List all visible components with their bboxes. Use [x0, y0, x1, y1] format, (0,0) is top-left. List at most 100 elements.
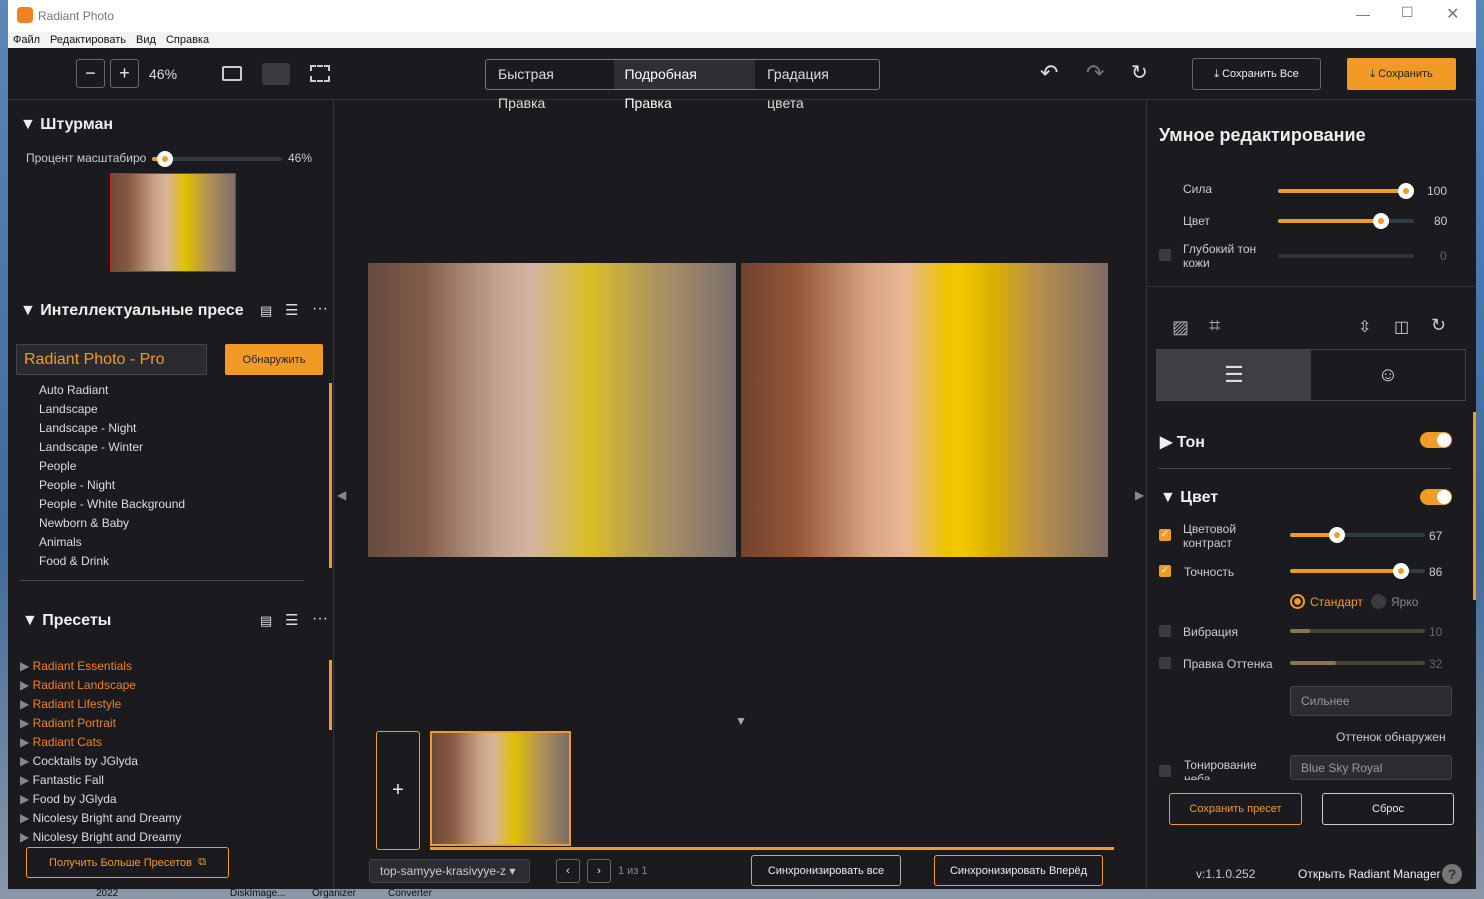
smart-preset-item[interactable]: People — [39, 457, 185, 476]
portrait-icon[interactable]: ☺ — [1311, 350, 1465, 400]
next-image-button[interactable]: › — [587, 859, 611, 883]
menu-help[interactable]: Справка — [166, 34, 209, 46]
expand-icon[interactable]: ▶ — [20, 716, 33, 730]
prev-image-button[interactable]: ‹ — [556, 859, 580, 883]
vibrance-slider[interactable] — [1290, 629, 1425, 633]
more-icon[interactable]: ··· — [312, 610, 328, 628]
flip-vertical-icon[interactable]: ⇳ — [1358, 317, 1371, 337]
compare-view-icon[interactable] — [310, 65, 330, 82]
smart-preset-item[interactable]: People - White Background — [39, 495, 185, 514]
open-manager-link[interactable]: Открыть Radiant Manager — [1298, 867, 1441, 881]
preset-group[interactable]: ▶ Radiant Cats — [20, 733, 181, 752]
smart-preset-item[interactable]: Landscape - Winter — [39, 438, 185, 457]
smart-preset-item[interactable]: People - Night — [39, 476, 185, 495]
menu-edit[interactable]: Редактировать — [50, 34, 126, 46]
taskbar-item[interactable]: Organizer — [312, 889, 356, 899]
expand-icon[interactable]: ▶ — [20, 735, 33, 749]
smart-preset-item[interactable]: Landscape - Night — [39, 419, 185, 438]
save-all-button[interactable]: ⤓ Сохранить Все — [1192, 58, 1321, 90]
sync-forward-button[interactable]: Синхронизировать Вперёд — [934, 855, 1103, 886]
sky-select[interactable]: Blue Sky Royal — [1290, 755, 1452, 780]
list-view-icon[interactable]: ☰ — [285, 301, 298, 319]
vibrance-checkbox[interactable] — [1159, 625, 1171, 637]
scrollbar[interactable] — [1473, 412, 1476, 600]
color-toggle[interactable] — [1420, 489, 1452, 505]
color-slider[interactable] — [1278, 213, 1414, 229]
collapse-left-icon[interactable]: ◀ — [337, 488, 346, 502]
precision-checkbox[interactable]: ✓ — [1159, 565, 1171, 577]
tab-detailed-edit[interactable]: Подробная Правка — [614, 60, 756, 111]
expand-icon[interactable]: ▶ — [20, 754, 33, 768]
flip-horizontal-icon[interactable]: ◫ — [1394, 317, 1409, 337]
radio-standard[interactable] — [1290, 594, 1305, 609]
zoom-in-button[interactable]: + — [110, 59, 139, 88]
detect-button[interactable]: Обнаружить — [225, 344, 323, 375]
expand-icon[interactable]: ▶ — [20, 830, 33, 844]
preset-group[interactable]: ▶ Radiant Lifestyle — [20, 695, 181, 714]
rotate-icon[interactable]: ↻ — [1431, 315, 1446, 336]
file-select[interactable]: top-samyye-krasivyye-z ▾ — [369, 859, 530, 883]
expand-filmstrip-icon[interactable]: ▼ — [735, 714, 747, 728]
minimize-button[interactable]: — — [1356, 6, 1370, 22]
save-preset-button[interactable]: Сохранить пресет — [1169, 793, 1302, 825]
smart-preset-item[interactable]: Newborn & Baby — [39, 514, 185, 533]
smart-preset-item[interactable]: Animals — [39, 533, 185, 552]
split-view-icon[interactable] — [262, 63, 290, 85]
filmstrip-thumbnail[interactable] — [430, 731, 571, 846]
menu-view[interactable]: Вид — [136, 34, 156, 46]
color-contrast-slider[interactable] — [1290, 527, 1425, 543]
undo-icon[interactable]: ↶ — [1040, 60, 1058, 86]
filmstrip-scrollbar[interactable] — [430, 847, 1114, 850]
smart-preset-item[interactable]: Landscape — [39, 400, 185, 419]
skin-tone-checkbox[interactable] — [1159, 249, 1171, 261]
preset-group[interactable]: ▶ Radiant Landscape — [20, 676, 181, 695]
expand-icon[interactable]: ▶ — [20, 697, 33, 711]
hue-slider[interactable] — [1290, 661, 1425, 665]
color-section[interactable]: ▼ Цвет — [1160, 489, 1218, 507]
smart-preset-item[interactable]: Auto Radiant — [39, 381, 185, 400]
expand-icon[interactable]: ▶ — [20, 811, 33, 825]
crop-icon[interactable]: ⌗ — [1209, 315, 1220, 338]
tone-toggle[interactable] — [1420, 432, 1452, 448]
close-button[interactable]: ✕ — [1446, 4, 1459, 24]
skin-tone-slider[interactable] — [1278, 254, 1414, 258]
tab-color-grading[interactable]: Градация цвета — [755, 60, 879, 111]
tab-quick-edit[interactable]: Быстрая Правка — [486, 60, 614, 111]
help-icon[interactable]: ? — [1442, 864, 1462, 884]
get-more-presets-button[interactable]: Получить Больше Пресетов ⧉ — [26, 847, 229, 878]
zoom-out-button[interactable]: − — [76, 59, 105, 88]
expand-icon[interactable]: ▶ — [20, 773, 33, 787]
preset-group[interactable]: ▶ Radiant Essentials — [20, 657, 181, 676]
image-icon[interactable]: ▨ — [1172, 317, 1189, 338]
scrollbar[interactable] — [329, 660, 332, 730]
grid-view-icon[interactable]: ▤ — [260, 613, 272, 629]
tone-section[interactable]: ▶ Тон — [1160, 432, 1205, 452]
collapse-right-icon[interactable]: ▶ — [1135, 488, 1144, 502]
taskbar-item[interactable]: Converter — [388, 889, 432, 899]
list-view-icon[interactable]: ☰ — [285, 611, 298, 629]
hue-checkbox[interactable] — [1159, 657, 1171, 669]
navigator-thumbnail[interactable] — [110, 173, 236, 272]
sliders-icon[interactable]: ☰ — [1157, 350, 1311, 400]
preset-group[interactable]: ▶ Fantastic Fall — [20, 771, 181, 790]
more-icon[interactable]: ··· — [312, 300, 328, 318]
preset-group[interactable]: ▶ Cocktails by JGlyda — [20, 752, 181, 771]
smart-preset-select[interactable]: Radiant Photo - Pro — [16, 344, 207, 375]
sky-checkbox[interactable] — [1159, 765, 1171, 777]
single-view-icon[interactable] — [222, 66, 242, 81]
smart-presets-title[interactable]: ▼ Интеллектуальные пресе — [20, 302, 244, 320]
expand-icon[interactable]: ▶ — [20, 659, 33, 673]
maximize-button[interactable]: ☐ — [1401, 4, 1414, 21]
navigator-title[interactable]: ▼ Штурман — [20, 116, 113, 134]
presets-title[interactable]: ▼ Пресеты — [22, 612, 111, 630]
taskbar-item[interactable]: 2022 — [96, 889, 118, 899]
taskbar-item[interactable]: DiskImage... — [230, 889, 286, 899]
expand-icon[interactable]: ▶ — [20, 678, 33, 692]
reset-icon[interactable]: ↻ — [1131, 60, 1148, 85]
save-button[interactable]: ⤓ Сохранить — [1347, 58, 1456, 90]
scrollbar[interactable] — [329, 383, 332, 568]
menu-file[interactable]: Файл — [13, 34, 40, 46]
radio-vivid[interactable] — [1371, 594, 1386, 609]
reset-button[interactable]: Сброс — [1322, 793, 1454, 825]
hue-strength-select[interactable]: Сильнее — [1290, 686, 1452, 716]
